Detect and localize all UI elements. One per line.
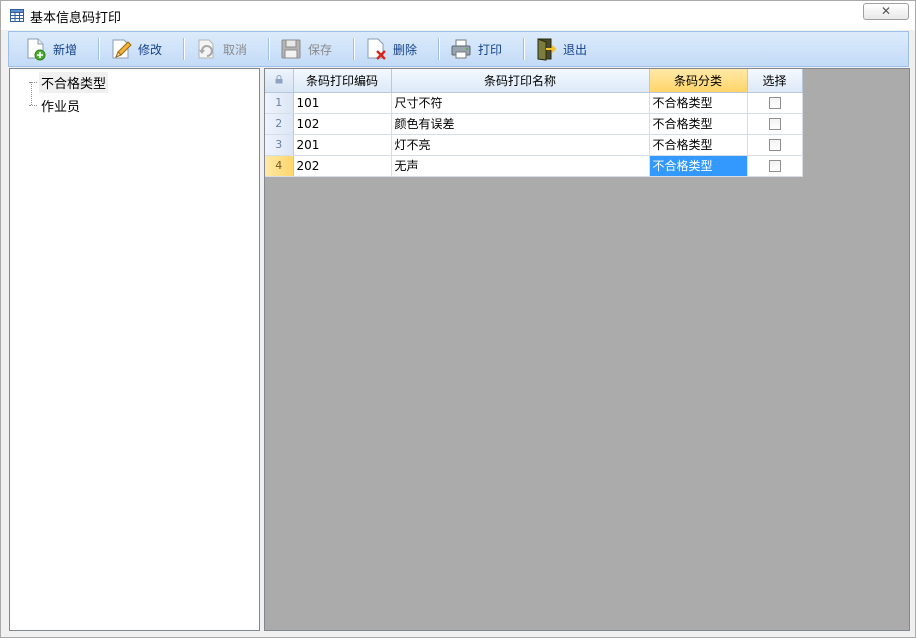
floppy-disk-icon	[281, 39, 301, 59]
cell-name[interactable]: 无声	[391, 155, 650, 177]
table-row[interactable]: 3 201 灯不亮 不合格类型	[265, 134, 803, 156]
column-header-name[interactable]: 条码打印名称	[391, 69, 650, 93]
save-button[interactable]: 保存	[280, 32, 332, 66]
row-number[interactable]: 3	[265, 134, 294, 156]
cell-code[interactable]: 102	[293, 113, 392, 135]
tree-node-label: 作业员	[41, 99, 81, 115]
printer-icon	[451, 39, 471, 59]
new-button-label: 新增	[53, 42, 78, 57]
cell-name[interactable]: 灯不亮	[391, 134, 650, 156]
cell-code[interactable]: 202	[293, 155, 392, 177]
delete-button[interactable]: 删除	[365, 32, 417, 66]
cancel-button-label: 取消	[223, 42, 248, 57]
cell-category[interactable]: 不合格类型	[649, 134, 748, 156]
toolbar-separator	[268, 38, 269, 60]
cell-name[interactable]: 颜色有误差	[391, 113, 650, 135]
table-row[interactable]: 1 101 尺寸不符 不合格类型	[265, 92, 803, 114]
cell-category[interactable]: 不合格类型	[649, 113, 748, 135]
cell-code[interactable]: 101	[293, 92, 392, 114]
undo-icon	[198, 39, 214, 59]
print-button[interactable]: 打印	[450, 32, 502, 66]
table-row-current[interactable]: 4 202 无声 不合格类型	[265, 155, 803, 177]
data-grid-area: 条码打印编码 条码打印名称 条码分类 选择 1 101 尺寸不符 不合格类型 2…	[264, 68, 910, 631]
column-header-select[interactable]: 选择	[747, 69, 803, 93]
cell-code[interactable]: 201	[293, 134, 392, 156]
delete-button-label: 删除	[393, 42, 418, 57]
row-number[interactable]: 4	[265, 155, 294, 177]
tree-node-nonconformance-type[interactable]: 不合格类型	[29, 71, 109, 93]
row-number[interactable]: 1	[265, 92, 294, 114]
cell-select	[747, 113, 803, 135]
table-row[interactable]: 2 102 颜色有误差 不合格类型	[265, 113, 803, 135]
delete-document-icon	[367, 38, 386, 60]
table-app-icon	[10, 9, 24, 22]
tree-node-operator[interactable]: 作业员	[29, 96, 82, 115]
grid-corner[interactable]	[265, 69, 294, 93]
edit-button-label: 修改	[138, 42, 163, 57]
toolbar-separator	[183, 38, 184, 60]
barcode-grid: 条码打印编码 条码打印名称 条码分类 选择 1 101 尺寸不符 不合格类型 2…	[265, 69, 803, 177]
main-window: 基本信息码打印 ✕ 新增 修改 取消 保存 删除 打印 退出 不合格类型 作业员…	[0, 0, 916, 638]
select-checkbox[interactable]	[768, 118, 781, 130]
cell-select	[747, 155, 803, 177]
toolbar-separator	[98, 38, 99, 60]
new-document-icon	[27, 38, 46, 61]
window-title: 基本信息码打印	[30, 11, 122, 26]
column-header-category[interactable]: 条码分类	[649, 69, 748, 93]
exit-door-icon	[537, 38, 557, 61]
toolbar: 新增 修改 取消 保存 删除 打印 退出	[8, 31, 909, 67]
cell-category-selected[interactable]: 不合格类型	[649, 155, 748, 177]
column-header-code[interactable]: 条码打印编码	[293, 69, 392, 93]
print-button-label: 打印	[478, 42, 503, 57]
title-bar: 基本信息码打印 ✕	[1, 1, 915, 30]
save-button-label: 保存	[308, 42, 333, 57]
category-tree: 不合格类型 作业员	[9, 68, 260, 631]
edit-pencil-icon	[112, 39, 132, 59]
cell-select	[747, 134, 803, 156]
exit-button-label: 退出	[563, 42, 588, 57]
cell-category[interactable]: 不合格类型	[649, 92, 748, 114]
close-icon: ✕	[880, 4, 892, 18]
toolbar-separator	[438, 38, 439, 60]
row-number[interactable]: 2	[265, 113, 294, 135]
cell-name[interactable]: 尺寸不符	[391, 92, 650, 114]
edit-button[interactable]: 修改	[110, 32, 162, 66]
toolbar-separator	[353, 38, 354, 60]
exit-button[interactable]: 退出	[535, 32, 587, 66]
select-checkbox[interactable]	[768, 160, 781, 172]
close-button[interactable]: ✕	[863, 3, 909, 20]
select-checkbox[interactable]	[768, 139, 781, 151]
grid-header-row: 条码打印编码 条码打印名称 条码分类 选择	[265, 69, 803, 93]
new-button[interactable]: 新增	[25, 32, 77, 66]
cell-select	[747, 92, 803, 114]
lock-icon	[275, 75, 283, 84]
toolbar-separator	[523, 38, 524, 60]
select-checkbox[interactable]	[768, 97, 781, 109]
cancel-button[interactable]: 取消	[195, 32, 247, 66]
tree-node-label: 不合格类型	[39, 71, 109, 93]
